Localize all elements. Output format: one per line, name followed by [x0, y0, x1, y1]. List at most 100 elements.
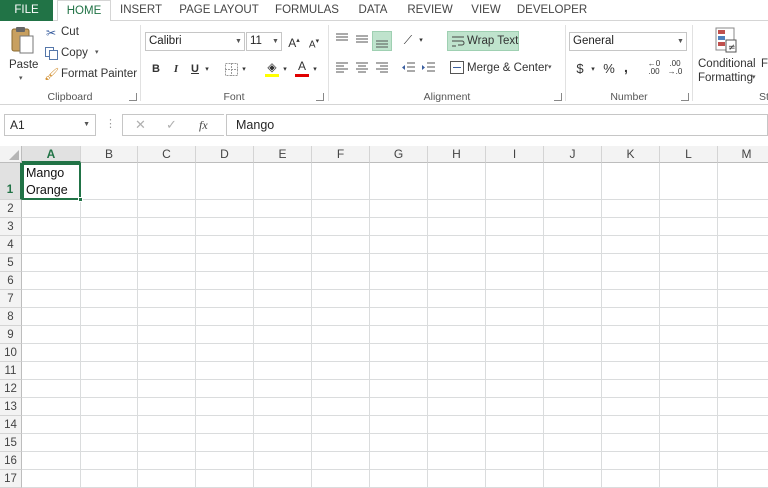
clipboard-launcher-icon[interactable] [129, 93, 137, 101]
column-header-i[interactable]: I [486, 146, 544, 163]
fill-color-button[interactable]: ◈ [264, 59, 280, 77]
format-as-table-partial[interactable]: F [761, 58, 768, 70]
column-header-m[interactable]: M [718, 146, 768, 163]
insert-function-icon[interactable]: fx [199, 118, 208, 133]
row-header-11[interactable]: 11 [0, 362, 22, 380]
cancel-icon[interactable]: ✕ [135, 117, 146, 133]
borders-dropdown-icon[interactable]: ▾ [240, 62, 248, 78]
wrap-text-button[interactable]: Wrap Text [447, 31, 519, 51]
column-header-b[interactable]: B [81, 146, 138, 163]
tab-data[interactable]: DATA [352, 0, 394, 21]
paste-button[interactable]: Paste ▾ [4, 24, 40, 86]
currency-dropdown-icon[interactable]: ▾ [589, 62, 597, 78]
row-header-15[interactable]: 15 [0, 434, 22, 452]
column-header-j[interactable]: J [544, 146, 602, 163]
bold-button[interactable]: B [149, 61, 163, 77]
row-header-7[interactable]: 7 [0, 290, 22, 308]
conditional-formatting-dropdown-icon[interactable]: ▾ [752, 73, 756, 81]
cell-a1[interactable]: Mango Orange [22, 163, 81, 200]
column-header-h[interactable]: H [428, 146, 486, 163]
copy-dropdown-icon[interactable]: ▾ [95, 48, 99, 56]
font-color-button[interactable]: A [294, 59, 310, 77]
italic-button[interactable]: I [169, 61, 183, 77]
row-header-9[interactable]: 9 [0, 326, 22, 344]
column-header-e[interactable]: E [254, 146, 312, 163]
column-header-l[interactable]: L [660, 146, 718, 163]
align-right-icon[interactable] [375, 62, 389, 74]
merge-dropdown-icon[interactable]: ▾ [548, 63, 552, 71]
tab-formulas[interactable]: FORMULAS [272, 0, 342, 21]
select-all-corner[interactable] [0, 146, 22, 163]
fill-handle[interactable] [78, 197, 83, 202]
font-launcher-icon[interactable] [316, 93, 324, 101]
row-header-8[interactable]: 8 [0, 308, 22, 326]
alignment-launcher-icon[interactable] [554, 93, 562, 101]
gridline-horizontal [22, 397, 768, 398]
tab-insert[interactable]: INSERT [116, 0, 166, 21]
font-name-combo[interactable]: Calibri ▼ [145, 32, 245, 51]
align-left-icon[interactable] [335, 62, 349, 74]
column-header-f[interactable]: F [312, 146, 370, 163]
align-center-icon[interactable] [355, 62, 369, 74]
format-painter-button[interactable]: 🖌 Format Painter [44, 66, 137, 82]
tab-home[interactable]: HOME [57, 0, 111, 22]
gridline-horizontal [22, 361, 768, 362]
column-header-a[interactable]: A [22, 146, 81, 163]
paste-dropdown-icon[interactable]: ▾ [19, 74, 23, 82]
chevron-down-icon[interactable]: ▼ [83, 115, 90, 135]
copy-button[interactable]: Copy ▾ [44, 45, 114, 61]
column-header-c[interactable]: C [138, 146, 196, 163]
tab-review[interactable]: REVIEW [404, 0, 456, 21]
number-format-combo[interactable]: General ▼ [569, 32, 687, 51]
font-color-dropdown-icon[interactable]: ▾ [311, 62, 319, 78]
align-middle-icon[interactable] [355, 33, 369, 45]
tab-developer[interactable]: DEVELOPER [516, 0, 588, 21]
align-bottom-button[interactable] [372, 31, 392, 51]
cut-button[interactable]: ✂ Cut [44, 25, 114, 41]
underline-button[interactable]: U [188, 61, 202, 77]
row-header-5[interactable]: 5 [0, 254, 22, 272]
shrink-font-icon[interactable]: A▾ [307, 34, 321, 53]
clipboard-group-label: Clipboard [47, 91, 93, 103]
row-header-4[interactable]: 4 [0, 236, 22, 254]
name-box[interactable]: A1 ▼ [4, 114, 96, 136]
orientation-icon[interactable]: ⟋ [400, 32, 416, 48]
percent-button[interactable]: % [602, 61, 616, 77]
row-header-10[interactable]: 10 [0, 344, 22, 362]
underline-dropdown-icon[interactable]: ▾ [203, 62, 211, 78]
currency-button[interactable]: $ [574, 61, 586, 77]
row-header-6[interactable]: 6 [0, 272, 22, 290]
fill-color-dropdown-icon[interactable]: ▾ [281, 62, 289, 78]
enter-icon[interactable]: ✓ [166, 117, 177, 133]
more-options-icon[interactable]: ⋮ [105, 117, 116, 131]
orientation-dropdown-icon[interactable]: ▾ [417, 33, 425, 49]
font-size-combo[interactable]: 11 ▼ [246, 32, 282, 51]
number-launcher-icon[interactable] [681, 93, 689, 101]
increase-indent-icon[interactable] [421, 62, 436, 74]
formula-input[interactable]: Mango [226, 114, 768, 136]
column-header-d[interactable]: D [196, 146, 254, 163]
column-header-g[interactable]: G [370, 146, 428, 163]
row-header-16[interactable]: 16 [0, 452, 22, 470]
row-header-12[interactable]: 12 [0, 380, 22, 398]
row-header-13[interactable]: 13 [0, 398, 22, 416]
borders-icon[interactable] [225, 63, 238, 76]
grow-font-icon[interactable]: A▴ [287, 33, 301, 51]
tab-page-layout[interactable]: PAGE LAYOUT [176, 0, 262, 21]
gridline-horizontal [22, 271, 768, 272]
comma-style-button[interactable]: , [622, 59, 630, 75]
column-header-k[interactable]: K [602, 146, 660, 163]
conditional-formatting-button[interactable]: ≠ Conditional Formatting ▾ [695, 25, 757, 87]
row-header-3[interactable]: 3 [0, 218, 22, 236]
decrease-indent-icon[interactable] [401, 62, 416, 74]
row-header-2[interactable]: 2 [0, 200, 22, 218]
row-header-17[interactable]: 17 [0, 470, 22, 488]
tab-view[interactable]: VIEW [466, 0, 506, 21]
increase-decimal-icon[interactable]: ←0.00 [646, 60, 662, 76]
tab-file[interactable]: FILE [0, 0, 53, 21]
row-header-14[interactable]: 14 [0, 416, 22, 434]
row-header-1[interactable]: 1 [0, 163, 22, 200]
decrease-decimal-icon[interactable]: .00 →.0 [667, 60, 683, 76]
merge-center-button[interactable]: Merge & Center ▾ [448, 59, 558, 77]
align-top-icon[interactable] [335, 33, 349, 45]
